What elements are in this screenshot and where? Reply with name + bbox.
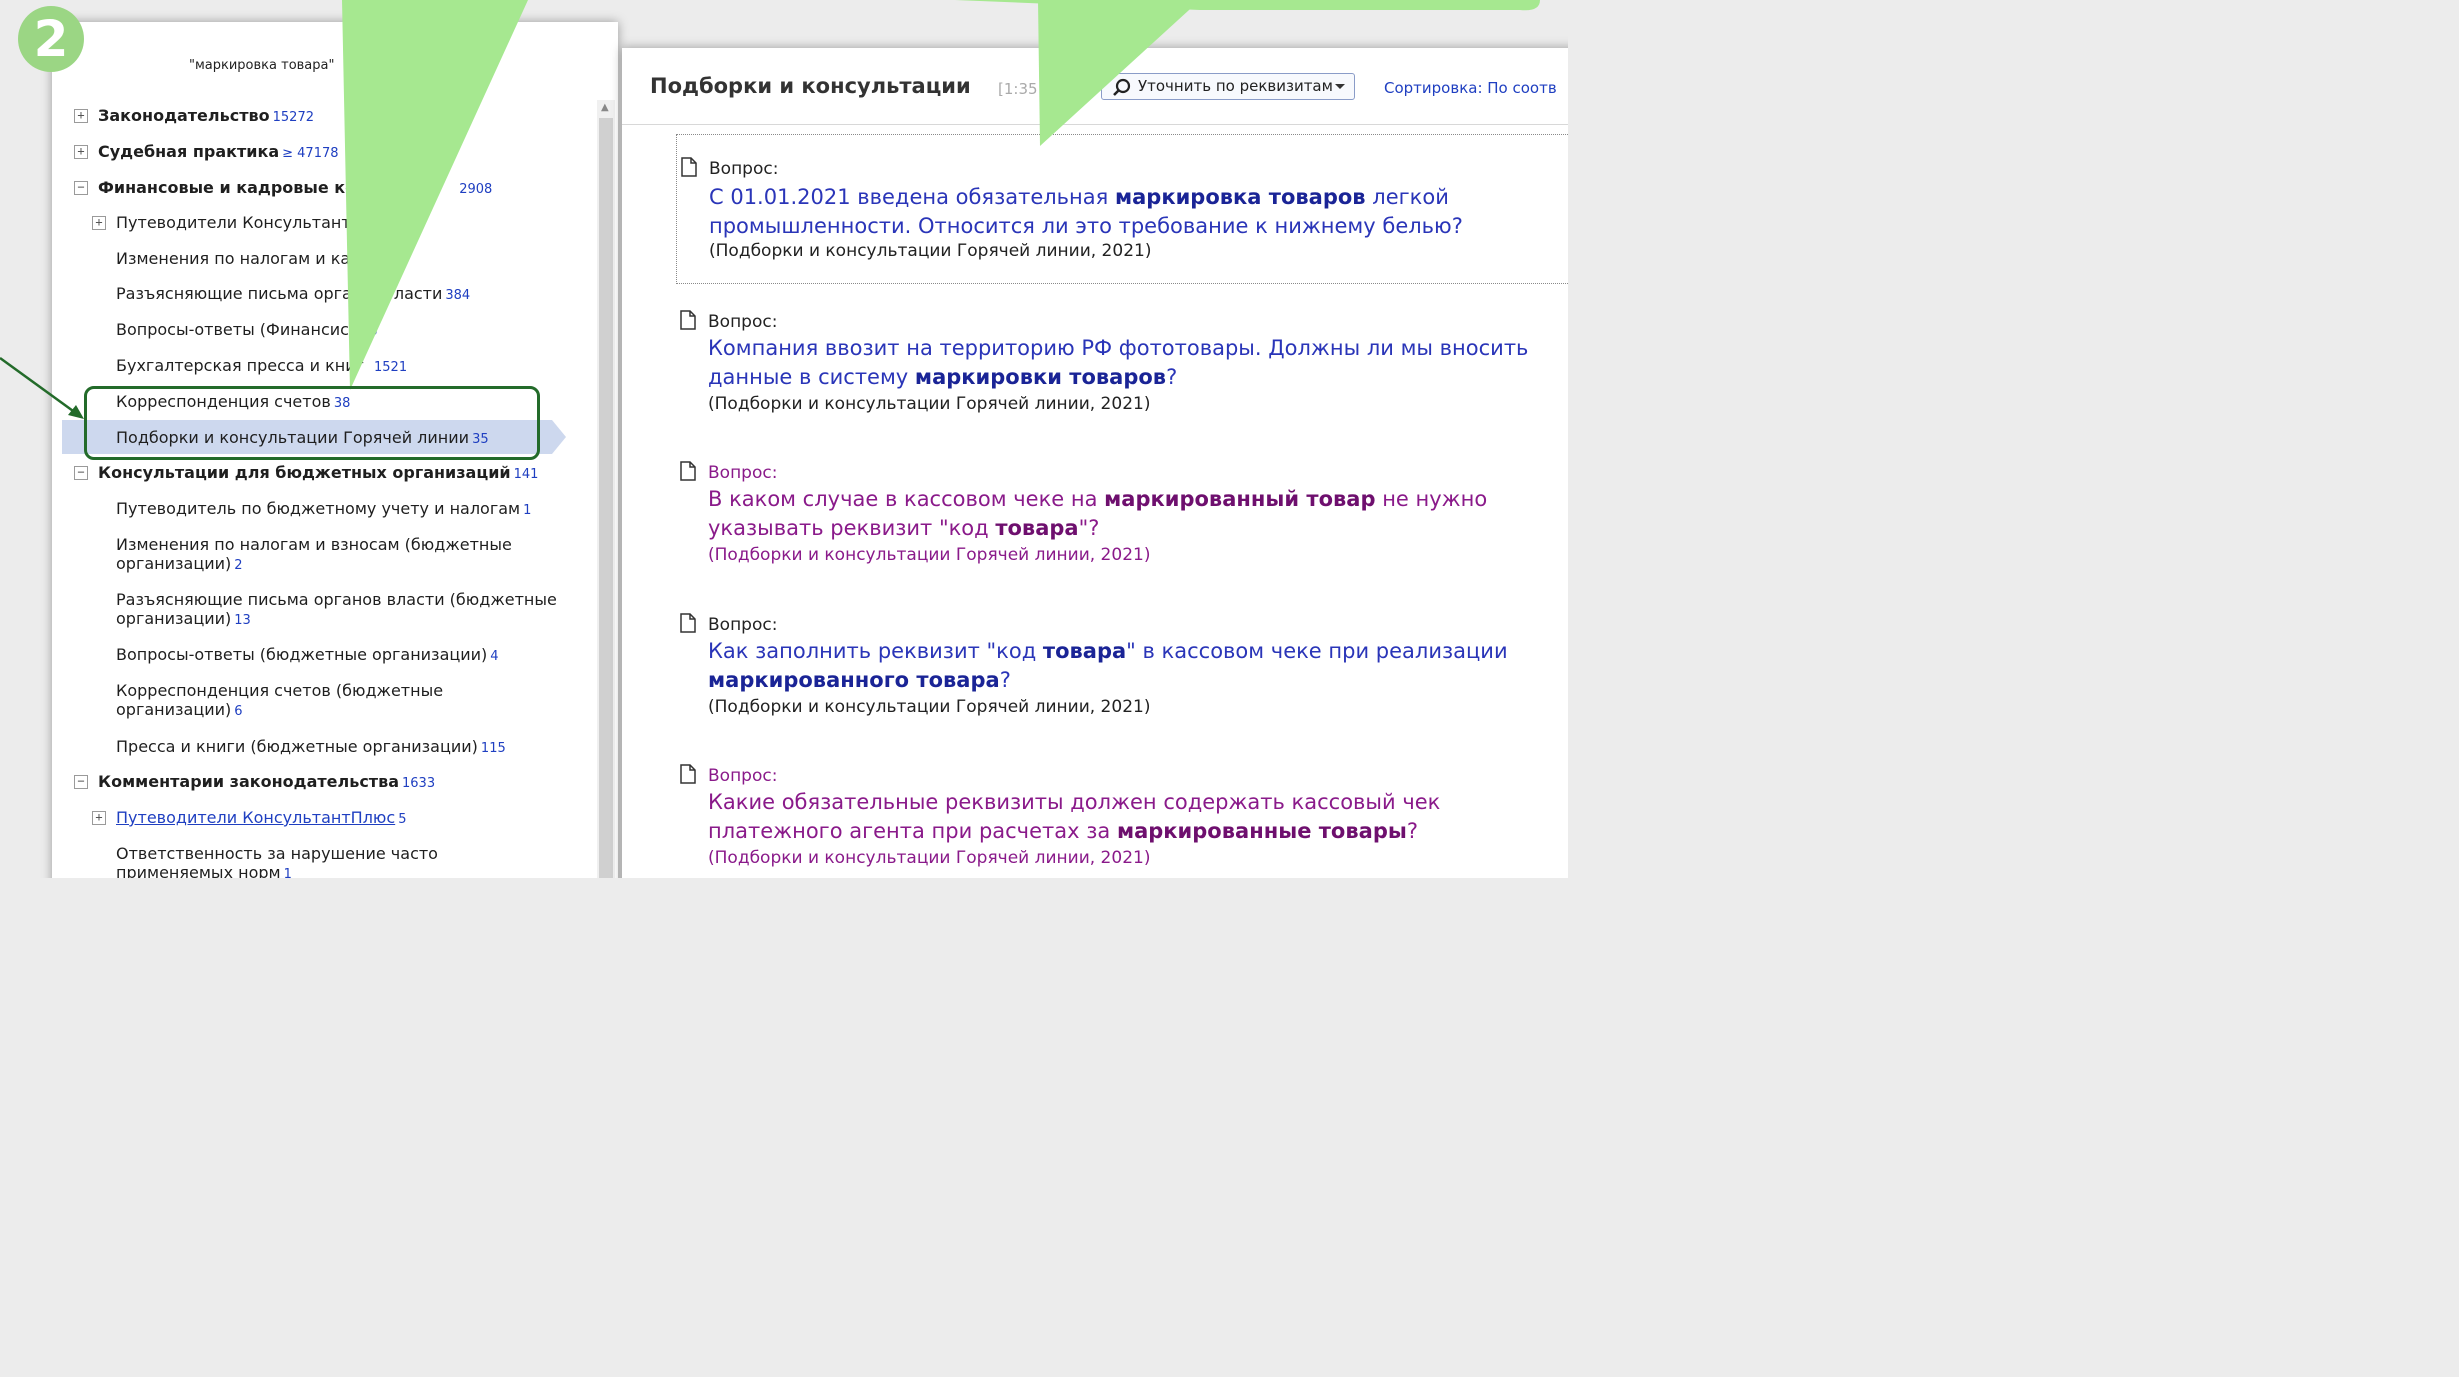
screenshot-stage: "маркировка товара" + Законодательство 15… <box>0 0 1568 878</box>
annotation-arrow-head <box>68 405 84 419</box>
callout-pointer-right <box>1038 0 1200 146</box>
annotation-highlight-box <box>84 386 540 460</box>
step-number-badge: 2 <box>18 6 84 72</box>
annotation-arrow-line <box>0 356 81 418</box>
callout-pointer-left <box>342 0 528 390</box>
